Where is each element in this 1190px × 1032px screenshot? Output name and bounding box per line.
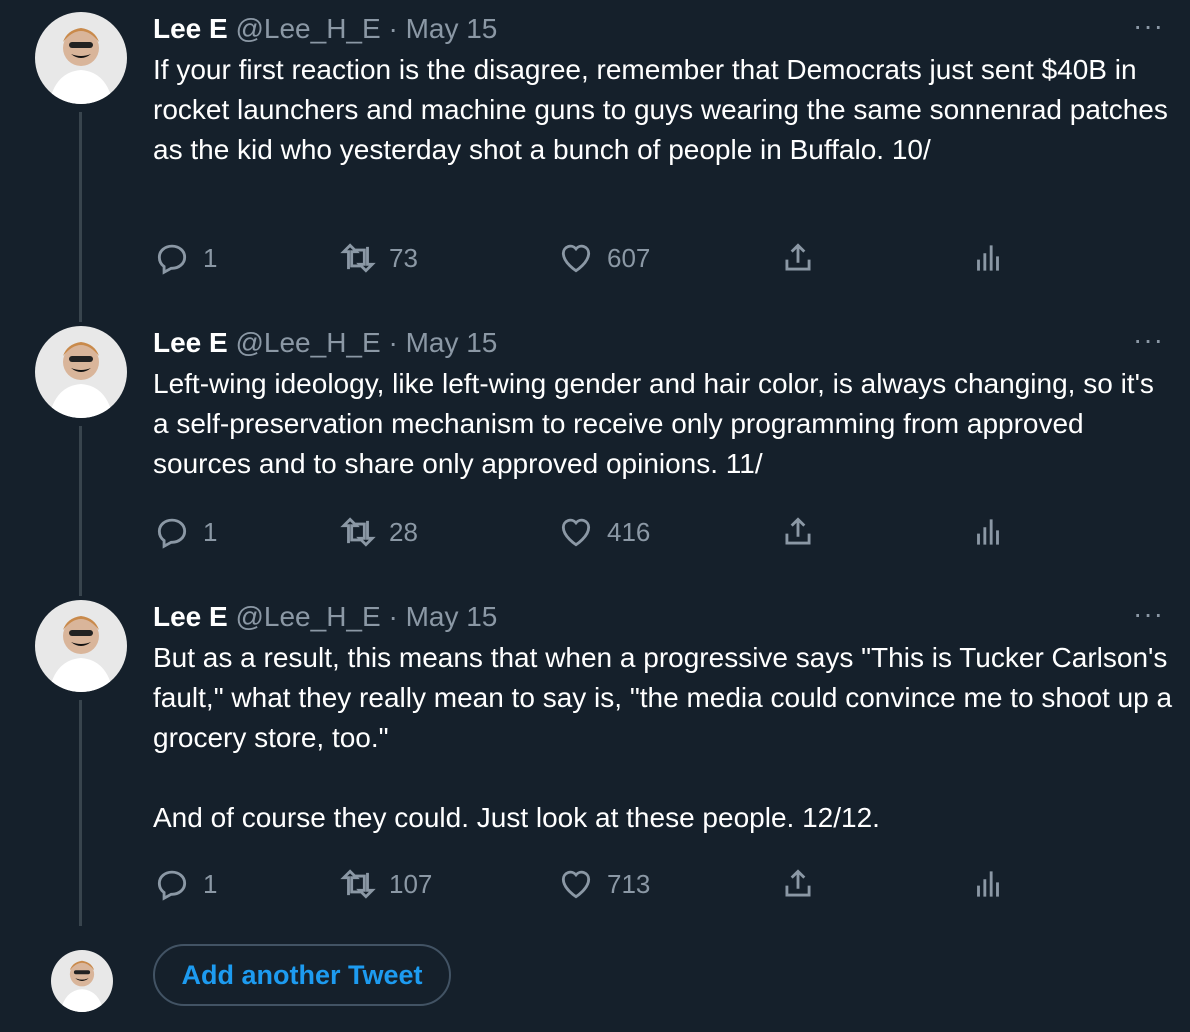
tweet-text: But as a result, this means that when a … xyxy=(153,642,1173,833)
tweet-text: If your first reaction is the disagree, … xyxy=(153,54,1176,165)
avatar[interactable] xyxy=(35,12,127,104)
reply-count: 1 xyxy=(203,242,218,273)
like-icon xyxy=(557,513,595,551)
like-icon xyxy=(557,239,595,277)
like-count: 713 xyxy=(607,868,651,899)
thread-line xyxy=(79,112,82,322)
reply-button[interactable]: 1 xyxy=(153,238,217,278)
retweet-count: 28 xyxy=(389,516,418,547)
share-icon xyxy=(779,865,817,903)
tweet-date[interactable]: May 15 xyxy=(406,327,498,358)
tweet[interactable]: Lee E @Lee_H_E · May 15 ··· Left-wing id… xyxy=(0,326,1190,596)
analytics-icon xyxy=(969,513,1007,551)
tweet-date[interactable]: May 15 xyxy=(406,601,498,632)
share-button[interactable] xyxy=(779,512,817,552)
reply-icon xyxy=(153,865,191,903)
tweet-actions: 1 73 607 xyxy=(153,238,1013,278)
like-icon xyxy=(557,865,595,903)
add-another-tweet-button[interactable]: Add another Tweet xyxy=(153,944,451,1006)
reply-button[interactable]: 1 xyxy=(153,864,217,904)
more-icon[interactable]: ··· xyxy=(1133,326,1164,354)
analytics-icon xyxy=(969,239,1007,277)
avatar[interactable] xyxy=(35,326,127,418)
share-icon xyxy=(779,239,817,277)
tweet-date[interactable]: May 15 xyxy=(406,13,498,44)
tweet-actions: 1 107 713 xyxy=(153,864,1013,904)
tweet-header: Lee E @Lee_H_E · May 15 xyxy=(153,326,497,360)
retweet-count: 107 xyxy=(389,868,433,899)
author-handle[interactable]: @Lee_H_E xyxy=(235,601,380,632)
reply-count: 1 xyxy=(203,516,218,547)
thread-line xyxy=(79,426,82,596)
like-count: 607 xyxy=(607,242,651,273)
analytics-icon xyxy=(969,865,1007,903)
author-name[interactable]: Lee E xyxy=(153,327,228,358)
analytics-button[interactable] xyxy=(969,238,1007,278)
like-button[interactable]: 416 xyxy=(557,512,650,552)
tweet[interactable]: Lee E @Lee_H_E · May 15 ··· If your firs… xyxy=(0,12,1190,322)
retweet-icon xyxy=(339,865,377,903)
retweet-count: 73 xyxy=(389,242,418,273)
reply-count: 1 xyxy=(203,868,218,899)
reply-button[interactable]: 1 xyxy=(153,512,217,552)
analytics-button[interactable] xyxy=(969,512,1007,552)
tweet[interactable]: Lee E @Lee_H_E · May 15 ··· But as a res… xyxy=(0,600,1190,930)
retweet-icon xyxy=(339,513,377,551)
retweet-button[interactable]: 73 xyxy=(339,238,418,278)
separator-dot: · xyxy=(388,601,398,632)
like-count: 416 xyxy=(607,516,651,547)
like-button[interactable]: 607 xyxy=(557,238,650,278)
avatar[interactable] xyxy=(35,600,127,692)
share-button[interactable] xyxy=(779,864,817,904)
tweet-actions: 1 28 416 xyxy=(153,512,1013,552)
author-name[interactable]: Lee E xyxy=(153,13,228,44)
thread-line xyxy=(79,700,82,926)
reply-icon xyxy=(153,513,191,551)
more-icon[interactable]: ··· xyxy=(1133,12,1164,40)
separator-dot: · xyxy=(388,13,398,44)
retweet-button[interactable]: 28 xyxy=(339,512,418,552)
tweet-header: Lee E @Lee_H_E · May 15 xyxy=(153,12,497,46)
like-button[interactable]: 713 xyxy=(557,864,650,904)
reply-icon xyxy=(153,239,191,277)
author-handle[interactable]: @Lee_H_E xyxy=(235,13,380,44)
composer-avatar xyxy=(51,950,113,1012)
share-button[interactable] xyxy=(779,238,817,278)
share-icon xyxy=(779,513,817,551)
author-handle[interactable]: @Lee_H_E xyxy=(235,327,380,358)
more-icon[interactable]: ··· xyxy=(1133,600,1164,628)
tweet-header: Lee E @Lee_H_E · May 15 xyxy=(153,600,497,634)
retweet-icon xyxy=(339,239,377,277)
tweet-text: Left-wing ideology, like left-wing gende… xyxy=(153,368,1162,479)
author-name[interactable]: Lee E xyxy=(153,601,228,632)
retweet-button[interactable]: 107 xyxy=(339,864,432,904)
separator-dot: · xyxy=(388,327,398,358)
analytics-button[interactable] xyxy=(969,864,1007,904)
